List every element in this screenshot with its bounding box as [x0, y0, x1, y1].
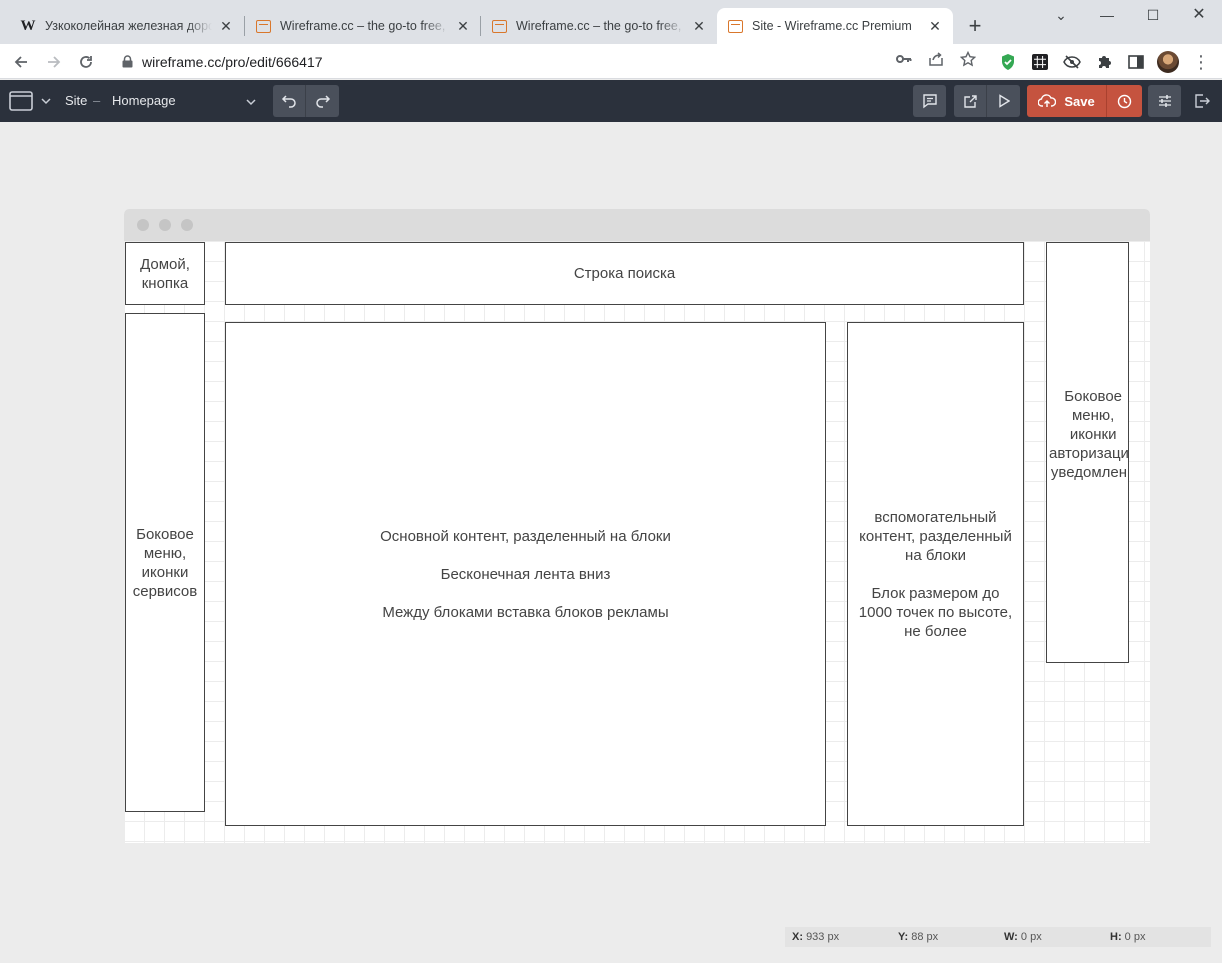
main-content-box[interactable]: Основной контент, разделенный на блоки Б…: [225, 322, 826, 826]
wireframe-icon: [255, 18, 271, 34]
wikipedia-icon: W: [20, 17, 36, 34]
eye-off-extension-icon[interactable]: [1062, 52, 1082, 72]
maximize-button[interactable]: ☐: [1130, 4, 1176, 26]
box-label: Боковое меню, иконки сервисов: [132, 525, 198, 600]
reload-button[interactable]: [73, 49, 99, 75]
browser-tab-strip: W Узкоколейная железная дорога ✕ Wirefra…: [0, 0, 1222, 44]
key-icon[interactable]: [895, 50, 913, 68]
tab-title: Wireframe.cc – the go-to free, online: [280, 19, 449, 33]
coordinates-status-bar: X: 933 px Y: 88 px W: 0 px H: 0 px: [785, 927, 1211, 947]
window-close-button[interactable]: ✕: [1176, 4, 1222, 26]
minimize-button[interactable]: —: [1084, 4, 1130, 26]
frame-dot: [159, 219, 171, 231]
cloud-upload-icon: [1038, 94, 1057, 107]
browser-frame-menu[interactable]: [8, 90, 52, 112]
browser-tab[interactable]: Wireframe.cc – the go-to free, online ✕: [245, 8, 481, 44]
address-bar[interactable]: wireframe.cc/pro/edit/666417: [110, 47, 990, 76]
secondary-content-box[interactable]: вспомогательный контент, разделенный на …: [847, 322, 1024, 826]
comments-button[interactable]: [913, 85, 946, 117]
settings-group: [1148, 85, 1181, 117]
logout-icon: [1195, 94, 1210, 108]
close-icon[interactable]: ✕: [218, 18, 234, 34]
tab-title: Site - Wireframe.cc Premium: [752, 19, 912, 33]
shield-extension-icon[interactable]: [998, 52, 1018, 72]
lock-icon[interactable]: [120, 55, 134, 69]
wireframe-icon: [491, 18, 507, 34]
app-toolbar: Site – Homepage Save: [0, 80, 1222, 122]
tab-title: Wireframe.cc – the go-to free, online: [516, 19, 685, 33]
new-tab-button[interactable]: +: [962, 14, 988, 40]
box-label: Строка поиска: [573, 265, 676, 282]
undo-button[interactable]: [273, 85, 306, 117]
url-text: wireframe.cc/pro/edit/666417: [142, 53, 323, 70]
status-y: Y: 88 px: [898, 931, 939, 943]
tab-title: Узкоколейная железная дорога: [45, 19, 212, 33]
settings-button[interactable]: [1148, 85, 1181, 117]
close-icon[interactable]: ✕: [691, 18, 707, 34]
external-link-icon: [963, 94, 977, 108]
bookmark-star-icon[interactable]: [959, 50, 977, 68]
clock-icon: [1117, 94, 1132, 108]
exit-button[interactable]: [1192, 93, 1212, 109]
page-name[interactable]: Homepage: [112, 93, 176, 108]
play-icon: [998, 94, 1010, 108]
browser-tab-active[interactable]: Site - Wireframe.cc Premium ✕: [717, 8, 953, 44]
tab-search-icon[interactable]: ⌄: [1038, 4, 1084, 26]
close-icon[interactable]: ✕: [927, 18, 943, 34]
browser-tab[interactable]: W Узкоколейная железная дорога ✕: [0, 8, 244, 44]
browser-tab[interactable]: Wireframe.cc – the go-to free, online ✕: [481, 8, 717, 44]
box-label: Основной контент, разделенный на блоки Б…: [380, 527, 671, 621]
home-button-box[interactable]: Домой, кнопка: [125, 242, 205, 305]
close-icon[interactable]: ✕: [455, 18, 471, 34]
status-w: W: 0 px: [1004, 931, 1042, 943]
breadcrumb-separator: –: [93, 93, 101, 108]
wireframe-icon: [727, 18, 743, 34]
profile-avatar[interactable]: [1157, 51, 1179, 73]
left-side-menu-box[interactable]: Боковое меню, иконки сервисов: [125, 313, 205, 812]
undo-icon: [281, 95, 296, 108]
right-side-menu-box[interactable]: Боковое меню, иконки авторизации уведомл…: [1046, 242, 1129, 663]
page-dropdown-chevron-icon[interactable]: [244, 96, 258, 108]
browser-menu-icon[interactable]: ⋮: [1192, 52, 1210, 72]
redo-button[interactable]: [306, 85, 339, 117]
save-label: Save: [1064, 93, 1095, 109]
comment-icon: [922, 94, 937, 109]
preview-play-button[interactable]: [987, 85, 1020, 117]
search-bar-box[interactable]: Строка поиска: [225, 242, 1024, 305]
browser-wireframe-frame[interactable]: Домой, кнопка Строка поиска Боковое меню…: [124, 209, 1150, 843]
preview-group: [954, 85, 1020, 117]
frame-dot: [137, 219, 149, 231]
browser-frame-icon: [9, 91, 33, 111]
open-external-button[interactable]: [954, 85, 987, 117]
frame-dot: [181, 219, 193, 231]
history-button[interactable]: [1107, 85, 1142, 117]
forward-button[interactable]: [41, 49, 67, 75]
redo-icon: [315, 95, 330, 108]
comments-group: [913, 85, 946, 117]
frame-title-bar: [124, 209, 1150, 241]
save-group: Save: [1027, 85, 1142, 117]
back-button[interactable]: [8, 49, 34, 75]
side-panel-icon[interactable]: [1126, 52, 1146, 72]
status-x: X: 933 px: [792, 931, 840, 943]
box-label: Домой, кнопка: [140, 255, 190, 292]
share-icon[interactable]: [927, 50, 945, 68]
project-name[interactable]: Site: [65, 93, 87, 108]
puzzle-extensions-icon[interactable]: [1094, 52, 1114, 72]
box-label: вспомогательный контент, разделенный на …: [858, 508, 1013, 640]
status-h: H: 0 px: [1110, 931, 1146, 943]
undo-redo-group: [273, 85, 339, 117]
save-button[interactable]: Save: [1027, 85, 1107, 117]
browser-toolbar: wireframe.cc/pro/edit/666417 ⋮: [0, 44, 1222, 79]
chevron-down-icon: [41, 98, 51, 105]
sliders-icon: [1158, 95, 1171, 107]
box-label: Боковое меню, иконки авторизации уведомл…: [1049, 388, 1129, 481]
grid-extension-icon[interactable]: [1030, 52, 1050, 72]
